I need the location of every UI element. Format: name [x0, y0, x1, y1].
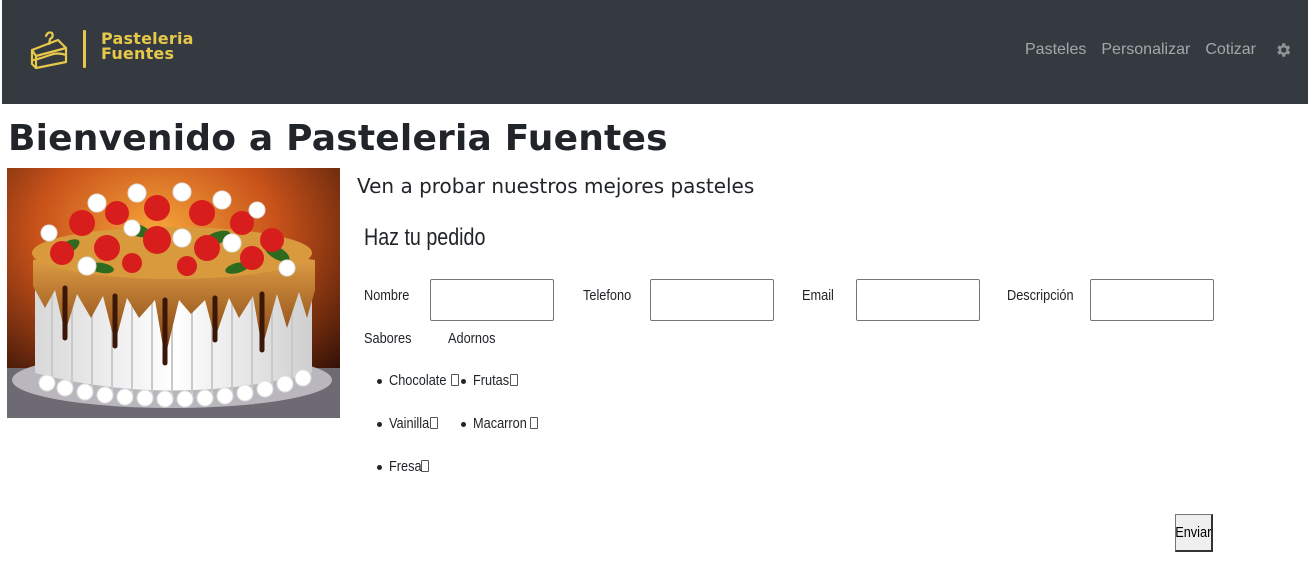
- adornos-list: Frutas Macarron: [461, 372, 539, 458]
- bullet: [461, 379, 466, 384]
- nav-link-personalizar[interactable]: Personalizar: [1101, 41, 1190, 59]
- nombre-input[interactable]: [430, 279, 554, 321]
- sabores-label: Sabores: [364, 330, 412, 347]
- list-item: Vainilla: [377, 415, 459, 458]
- nav-link-pasteles[interactable]: Pasteles: [1025, 41, 1086, 59]
- descripcion-label: Descripción: [1007, 287, 1074, 304]
- descripcion-input[interactable]: [1090, 279, 1214, 321]
- brand-name: Pasteleria Fuentes: [101, 31, 231, 63]
- email-label: Email: [802, 287, 834, 304]
- macarron-checkbox[interactable]: [530, 417, 539, 429]
- frutas-label: Frutas: [473, 372, 510, 389]
- brand-name-line2: Fuentes: [101, 44, 175, 63]
- list-item: Chocolate: [377, 372, 459, 415]
- order-form-title: Haz tu pedido: [364, 224, 486, 251]
- fresa-label: Fresa: [389, 458, 422, 475]
- enviar-button[interactable]: Enviar: [1175, 514, 1213, 552]
- macarron-label: Macarron: [473, 415, 527, 432]
- list-item: Fresa: [377, 458, 459, 501]
- adornos-label: Adornos: [448, 330, 496, 347]
- vainilla-checkbox[interactable]: [430, 417, 439, 429]
- bullet: [461, 422, 466, 427]
- tagline: Ven a probar nuestros mejores pasteles: [357, 174, 755, 198]
- frutas-checkbox[interactable]: [509, 374, 518, 386]
- navbar: Pasteleria Fuentes Pasteles Personalizar…: [2, 0, 1308, 104]
- list-item: Frutas: [461, 372, 538, 415]
- telefono-label: Telefono: [583, 287, 632, 304]
- nav-links: Pasteles Personalizar Cotizar: [1010, 41, 1292, 59]
- sabores-list: Chocolate Vainilla Fresa: [377, 372, 459, 501]
- list-item: Macarron: [461, 415, 539, 458]
- chocolate-label: Chocolate: [389, 372, 447, 389]
- chocolate-checkbox[interactable]: [450, 374, 459, 386]
- brand-divider: [83, 30, 86, 68]
- strawberry-cake-photo: [7, 168, 340, 418]
- nombre-label: Nombre: [364, 287, 410, 304]
- nav-link-cotizar[interactable]: Cotizar: [1205, 41, 1256, 59]
- enviar-button-label: Enviar: [1175, 524, 1212, 541]
- cake-slice-icon: [30, 31, 68, 70]
- email-input[interactable]: [856, 279, 980, 321]
- fresa-checkbox[interactable]: [421, 460, 430, 472]
- bullet: [377, 422, 382, 427]
- page-title: Bienvenido a Pasteleria Fuentes: [8, 118, 668, 159]
- gear-icon[interactable]: [1274, 41, 1292, 59]
- telefono-input[interactable]: [650, 279, 774, 321]
- bullet: [377, 465, 382, 470]
- vainilla-label: Vainilla: [389, 415, 430, 432]
- bullet: [377, 379, 382, 384]
